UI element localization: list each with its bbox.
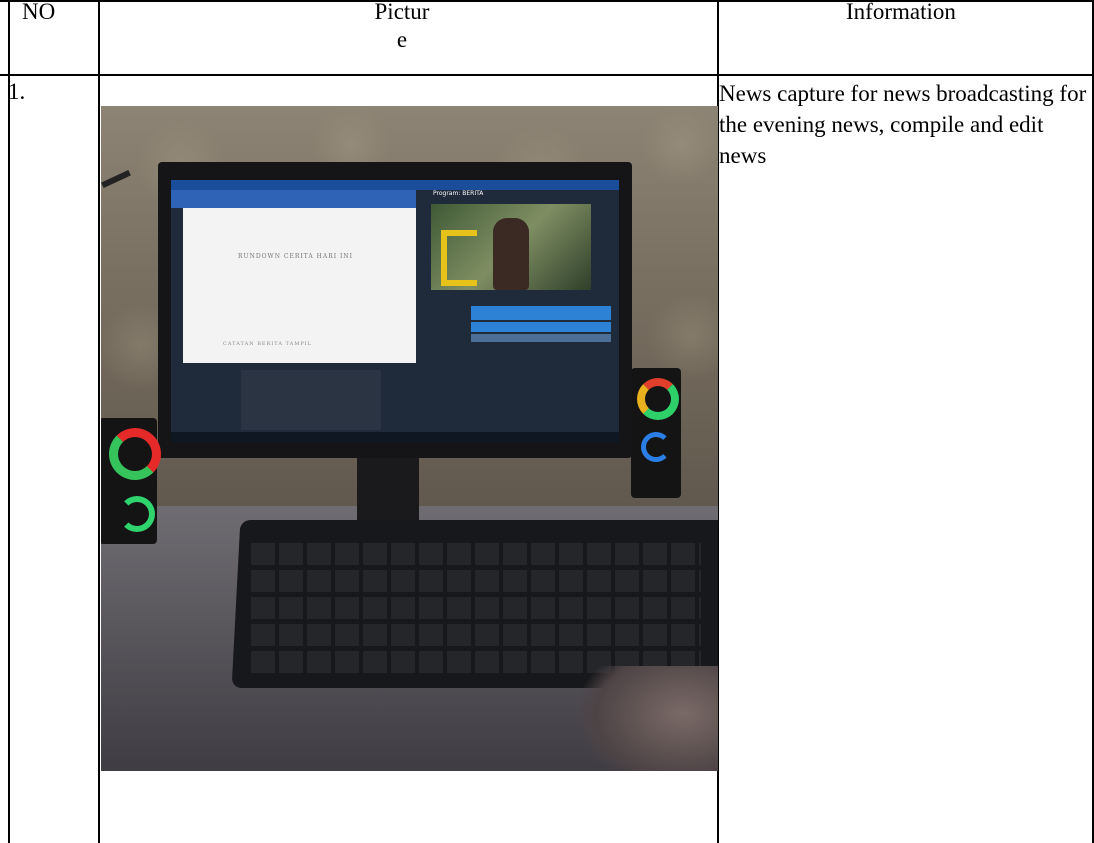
speaker-led-ring <box>637 378 679 420</box>
monitor-screen: RUNDOWN CERITA HARI INI CATATAN BERITA T… <box>171 180 619 442</box>
screen-taskbar <box>171 432 619 442</box>
screen-panel-button-3 <box>471 334 611 342</box>
header-information: Information <box>846 0 956 24</box>
hand <box>581 666 718 771</box>
screen-document: RUNDOWN CERITA HARI INI CATATAN BERITA T… <box>183 208 416 363</box>
preview-news-anchor <box>493 218 529 290</box>
row-number: 1. <box>8 79 26 104</box>
screen-audio-meters <box>241 370 381 430</box>
screen-panel-button-2 <box>471 322 611 332</box>
screen-ribbon <box>171 190 416 208</box>
workstation-photo: RUNDOWN CERITA HARI INI CATATAN BERITA T… <box>101 106 718 771</box>
header-picture-line2: e <box>396 27 408 52</box>
screen-video-preview <box>431 204 591 290</box>
screen-document-heading: RUNDOWN CERITA HARI INI <box>238 253 354 260</box>
screen-program-label: Program: BERITA <box>433 190 484 197</box>
column-divider-1 <box>98 0 100 843</box>
header-row-divider <box>0 74 1094 76</box>
row-information: News capture for news broadcasting for t… <box>719 81 1087 168</box>
screen-titlebar <box>171 180 619 190</box>
keyboard-keys <box>251 538 701 673</box>
header-no: NO <box>22 0 56 24</box>
header-picture-line1: Pictur <box>374 0 430 24</box>
speaker-led-ring <box>119 496 155 532</box>
header-picture: Pictur e <box>372 0 432 54</box>
speaker-led-ring <box>109 428 161 480</box>
preview-graphic <box>441 230 477 286</box>
speaker-led-ring <box>641 432 671 462</box>
monitor-stand <box>357 458 419 528</box>
left-border <box>8 0 10 843</box>
screen-panel-button <box>471 306 611 320</box>
screen-document-footer: CATATAN BERITA TAMPIL <box>223 341 312 347</box>
